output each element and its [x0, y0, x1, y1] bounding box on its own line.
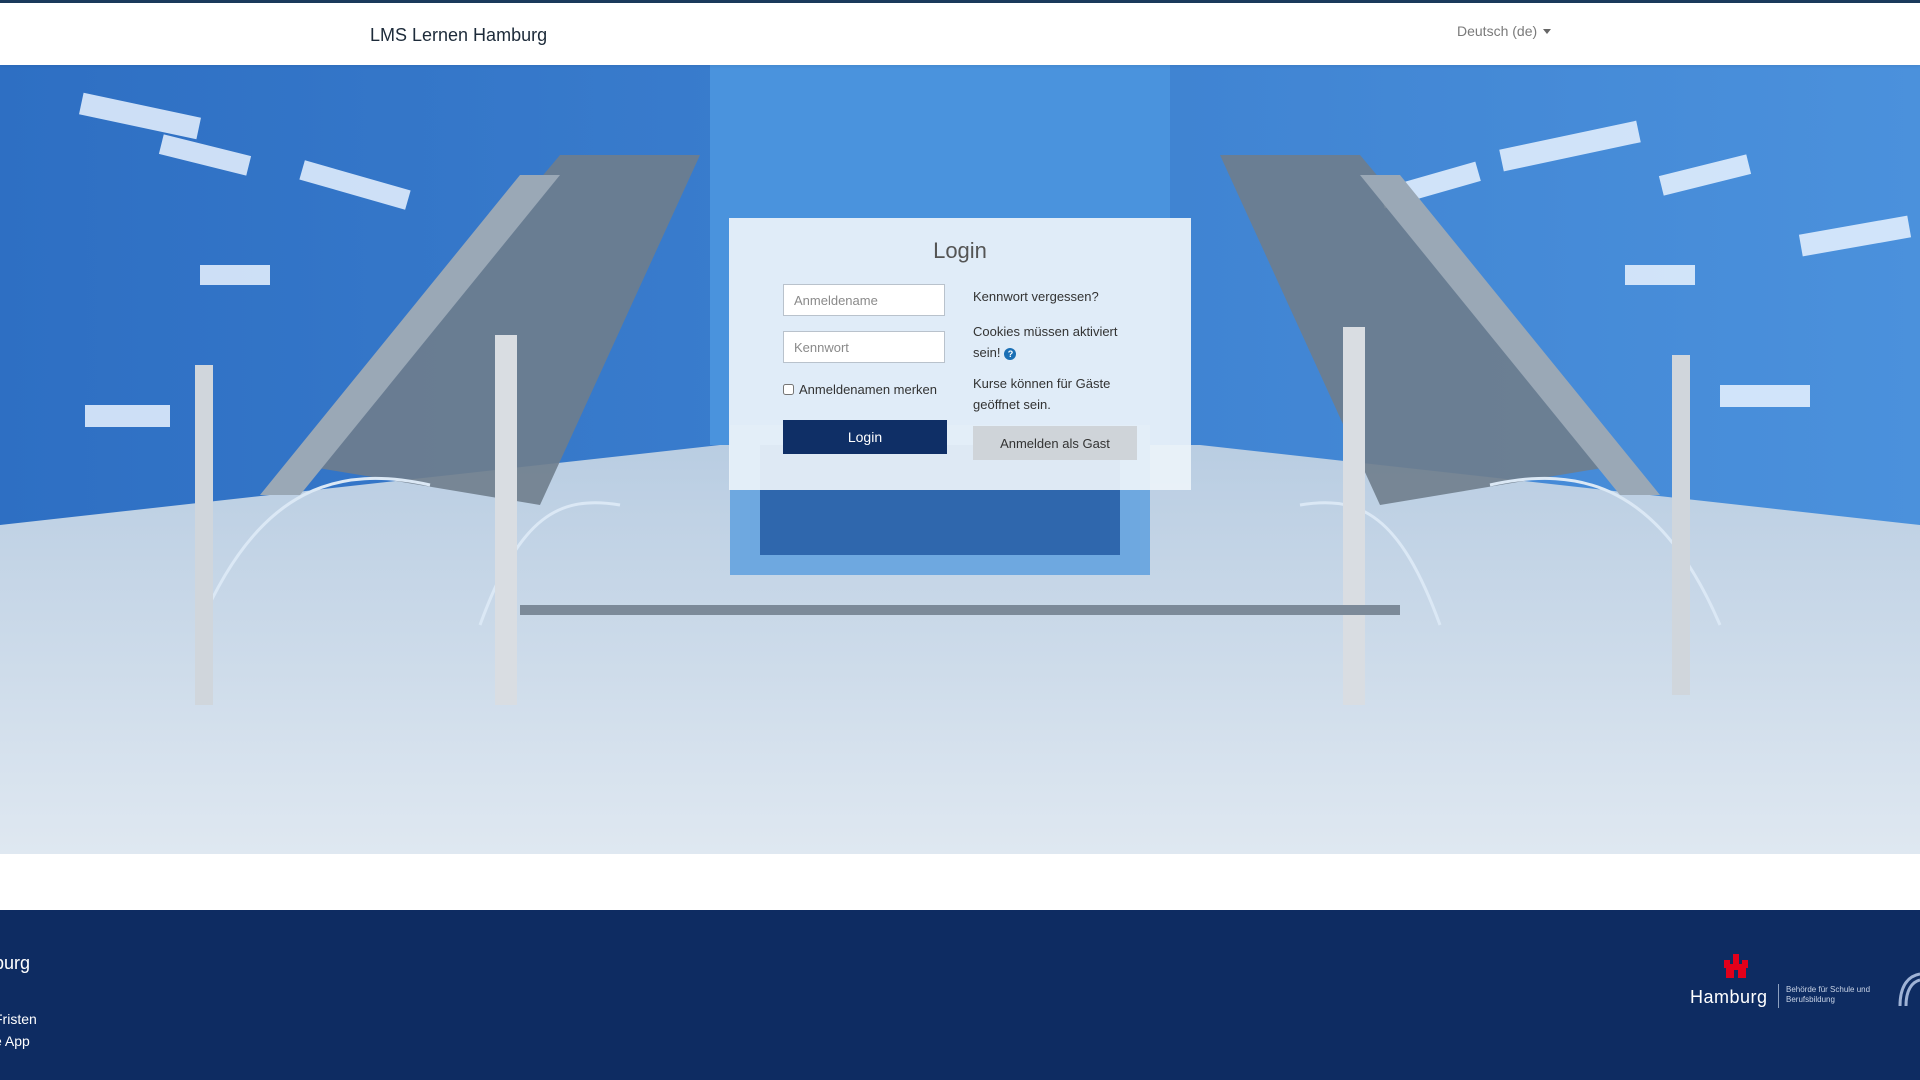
help-icon[interactable]: ?: [1004, 347, 1017, 360]
footer-title: burg: [0, 953, 31, 973]
forgot-password-link[interactable]: Kennwort vergessen?: [973, 286, 1143, 307]
remember-label: Anmeldenamen merken: [799, 382, 938, 397]
site-brand[interactable]: LMS Lernen Hamburg: [370, 25, 547, 46]
cookies-note: Cookies müssen aktiviert sein!?: [973, 321, 1143, 363]
cookies-note-text: Cookies müssen aktiviert sein!: [973, 324, 1118, 360]
department-text: Behörde für Schule und Berufsbildung: [1786, 985, 1871, 1004]
language-selector[interactable]: Deutsch (de): [1457, 23, 1552, 39]
hero-background: Login Anmeldenamen merken Login Kennwort…: [0, 65, 1920, 854]
guest-note: Kurse können für Gäste geöffnet sein.: [973, 376, 1111, 412]
remember-username[interactable]: Anmeldenamen merken: [783, 382, 937, 397]
logo-separator: [1778, 984, 1779, 1008]
remember-checkbox[interactable]: [783, 384, 794, 395]
footer-link-app[interactable]: e App: [0, 1033, 30, 1049]
password-input[interactable]: [783, 331, 945, 363]
footer-link-fristen[interactable]: Fristen: [0, 1011, 37, 1027]
username-input[interactable]: [783, 284, 945, 316]
hamburg-logo-text: Hamburg: [1690, 987, 1768, 1007]
footer: burg Fristen e App Hamburg Behörde für S…: [0, 910, 1920, 1080]
hamburg-logo[interactable]: Hamburg Behörde für Schule und Berufsbil…: [1690, 954, 1880, 1014]
login-title: Login: [933, 238, 987, 263]
guest-login-button[interactable]: Anmelden als Gast: [973, 426, 1137, 460]
caret-down-icon: [1543, 28, 1552, 34]
partner-logo-icon: [1898, 972, 1920, 1007]
hamburg-castle-icon: [1724, 954, 1748, 978]
navbar: LMS Lernen Hamburg Deutsch (de): [0, 3, 1920, 65]
language-label: Deutsch (de): [1457, 23, 1538, 39]
login-button[interactable]: Login: [783, 420, 947, 454]
login-card: Login Anmeldenamen merken Login Kennwort…: [729, 218, 1191, 490]
